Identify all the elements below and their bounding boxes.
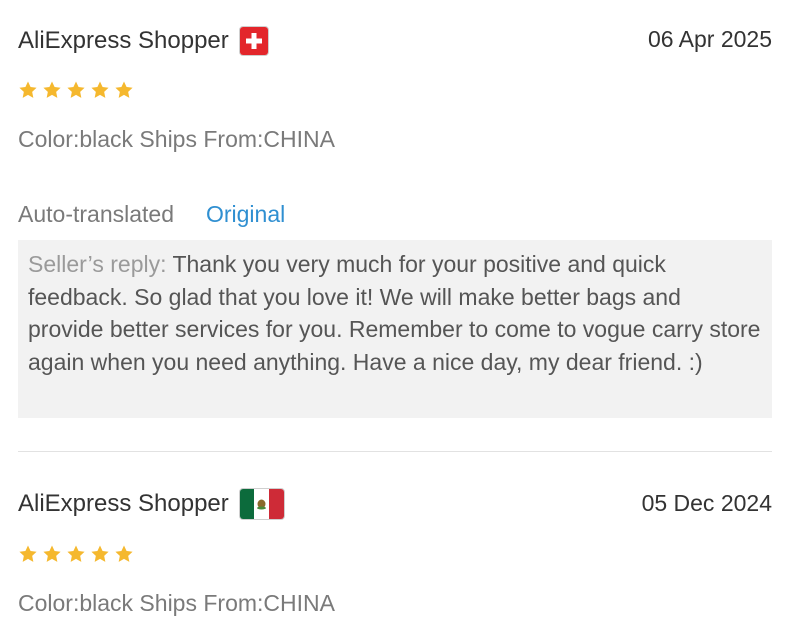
- star-icon: [66, 544, 86, 564]
- review-date: 05 Dec 2024: [641, 490, 772, 516]
- seller-reply-label: Seller’s reply:: [28, 251, 167, 277]
- star-icon: [114, 544, 134, 564]
- review-date: 06 Apr 2025: [647, 26, 772, 52]
- star-icon: [90, 80, 110, 100]
- seller-reply: Seller’s reply: Thank you very much for …: [18, 240, 772, 418]
- star-rating: [18, 544, 134, 564]
- star-icon: [114, 80, 134, 100]
- review-author: AliExpress Shopper: [18, 488, 285, 520]
- author-name: AliExpress Shopper: [18, 27, 229, 54]
- translation-toggle: Auto-translated Original: [18, 201, 285, 228]
- author-name: AliExpress Shopper: [18, 490, 229, 517]
- star-icon: [66, 80, 86, 100]
- review-author: AliExpress Shopper: [18, 26, 269, 56]
- sku-info: Color:black Ships From:CHINA: [18, 126, 335, 152]
- original-link[interactable]: Original: [206, 201, 285, 228]
- star-rating: [18, 80, 134, 100]
- star-icon: [42, 80, 62, 100]
- auto-translated-label: Auto-translated: [18, 201, 174, 227]
- star-icon: [42, 544, 62, 564]
- sku-info: Color:black Ships From:CHINA: [18, 590, 335, 616]
- mexico-flag-icon: [238, 488, 285, 520]
- review-divider: [18, 451, 772, 452]
- swiss-flag-icon: [238, 26, 269, 56]
- star-icon: [18, 544, 38, 564]
- star-icon: [18, 80, 38, 100]
- star-icon: [90, 544, 110, 564]
